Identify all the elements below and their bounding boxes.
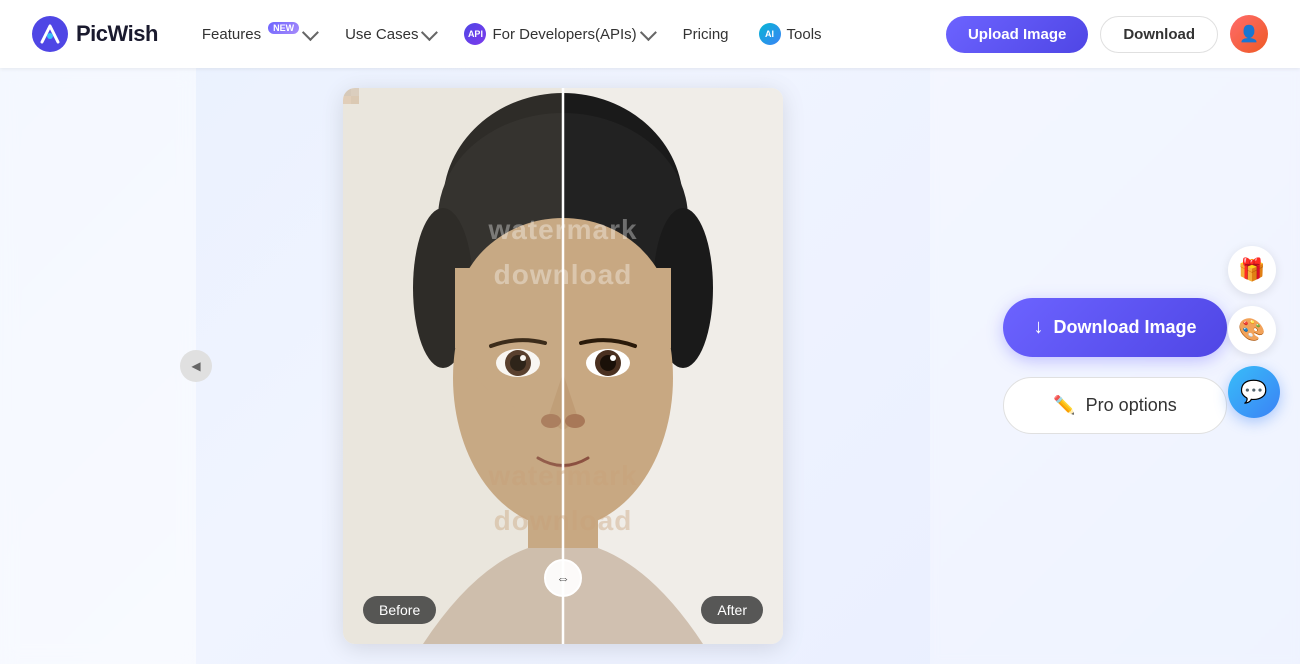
logo[interactable]: PicWish	[32, 16, 158, 52]
navbar: PicWish Features NEW Use Cases API For D…	[0, 0, 1300, 68]
download-nav-button[interactable]: Download	[1100, 16, 1218, 53]
chevron-down-icon	[640, 24, 657, 41]
image-area: ⇔ watermark download watermark download …	[196, 68, 930, 664]
upload-image-button[interactable]: Upload Image	[946, 16, 1088, 53]
before-label: Before	[363, 596, 436, 624]
nav-use-cases[interactable]: Use Cases	[333, 18, 446, 51]
pro-options-button[interactable]: ✏️ Pro options	[1003, 377, 1227, 434]
nav-features[interactable]: Features NEW	[190, 18, 327, 51]
nav-tools[interactable]: AI Tools	[747, 15, 834, 53]
download-icon: ↓	[1033, 316, 1043, 339]
nav-developers[interactable]: API For Developers(APIs)	[452, 15, 664, 53]
image-container: ⇔ watermark download watermark download …	[343, 88, 783, 644]
svg-text:⇔: ⇔	[556, 570, 570, 586]
download-image-button[interactable]: ↓ Download Image	[1003, 298, 1227, 357]
chat-icon-button[interactable]: 💬	[1228, 366, 1280, 418]
nav-items: Features NEW Use Cases API For Developer…	[190, 15, 946, 53]
face-image: ⇔	[343, 88, 783, 644]
left-sidebar: ◀	[0, 68, 196, 664]
avatar[interactable]: 👤	[1230, 15, 1268, 53]
logo-icon	[32, 16, 68, 52]
chevron-down-icon	[421, 24, 438, 41]
after-label: After	[701, 596, 763, 624]
ai-icon: AI	[759, 23, 781, 45]
logo-text: PicWish	[76, 21, 158, 47]
nav-pricing[interactable]: Pricing	[671, 18, 741, 51]
main-content: ◀	[0, 68, 1300, 664]
art-icon-button[interactable]: 🎨	[1228, 306, 1276, 354]
gift-icon-button[interactable]: 🎁	[1228, 246, 1276, 294]
pro-options-icon: ✏️	[1053, 395, 1075, 416]
chevron-down-icon	[302, 24, 319, 41]
api-icon: API	[464, 23, 486, 45]
floating-icons: 🎁 🎨 💬	[1228, 246, 1288, 418]
nav-right: Upload Image Download 👤	[946, 15, 1268, 53]
